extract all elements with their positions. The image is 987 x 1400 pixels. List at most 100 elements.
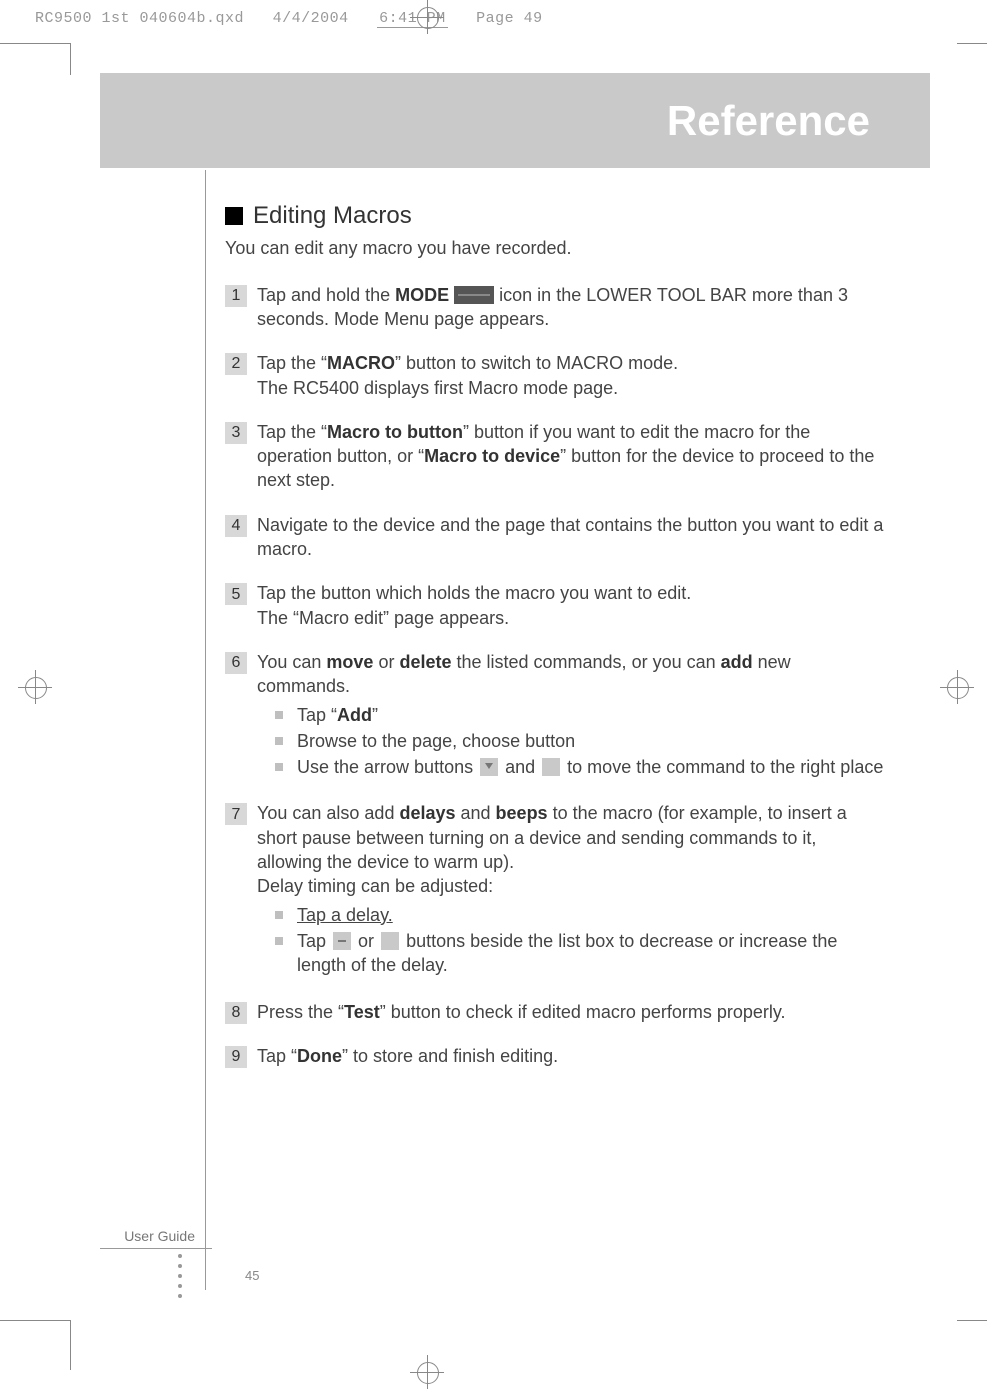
list-item: Browse to the page, choose button — [275, 729, 885, 753]
text-underline: Tap a delay. — [297, 905, 393, 925]
text: the listed commands, or you can — [451, 652, 720, 672]
prepress-slug: RC9500 1st 040604b.qxd 4/4/2004 6:41 PM … — [35, 10, 543, 27]
step-number: 5 — [225, 583, 247, 605]
step-6: 6 You can move or delete the listed comm… — [225, 650, 885, 781]
text: Use the arrow buttons — [297, 757, 478, 777]
page-number: 45 — [245, 1268, 259, 1283]
text-bold: move — [326, 652, 373, 672]
footer-rule — [100, 1248, 212, 1249]
text: Tap and hold the — [257, 285, 395, 305]
registration-mark-icon — [410, 1355, 444, 1389]
text-bold: add — [721, 652, 753, 672]
step-3: 3 Tap the “Macro to button” button if yo… — [225, 420, 885, 493]
step-2: 2 Tap the “MACRO” button to switch to MA… — [225, 351, 885, 400]
footer-dots-icon — [178, 1254, 182, 1298]
section-intro: You can edit any macro you have recorded… — [225, 236, 885, 260]
registration-mark-icon — [18, 670, 52, 704]
step-body: Tap “Done” to store and finish editing. — [257, 1044, 885, 1068]
text: ” button to check if edited macro perfor… — [380, 1002, 786, 1022]
list-item: Tap “Add” — [275, 703, 885, 727]
list-item: Tap a delay. — [275, 903, 885, 927]
crop-mark-icon — [957, 1320, 987, 1321]
step-8: 8 Press the “Test” button to check if ed… — [225, 1000, 885, 1024]
crop-mark-icon — [957, 43, 987, 44]
step-number: 3 — [225, 422, 247, 444]
text: Tap the “ — [257, 353, 327, 373]
chapter-header: Reference — [100, 73, 930, 168]
text-bold: MODE — [395, 285, 449, 305]
section-title-row: Editing Macros — [225, 200, 885, 232]
sub-list: Tap a delay. Tap or buttons beside the l… — [275, 903, 885, 978]
step-body: Tap the “Macro to button” button if you … — [257, 420, 885, 493]
page: RC9500 1st 040604b.qxd 4/4/2004 6:41 PM … — [0, 0, 987, 1400]
text: Delay timing can be adjusted: — [257, 876, 493, 896]
text: Tap “ — [297, 705, 337, 725]
step-number: 4 — [225, 515, 247, 537]
list-item: Use the arrow buttons and to move the co… — [275, 755, 885, 779]
text: The “Macro edit” page appears. — [257, 608, 509, 628]
text-bold: beeps — [496, 803, 548, 823]
text: and — [505, 757, 540, 777]
step-body: Press the “Test” button to check if edit… — [257, 1000, 885, 1024]
registration-mark-icon — [940, 670, 974, 704]
step-number: 9 — [225, 1046, 247, 1068]
minus-icon — [333, 932, 351, 950]
text: Tap the “ — [257, 422, 327, 442]
text: ” to store and finish editing. — [342, 1046, 558, 1066]
text-bold: Macro to device — [424, 446, 560, 466]
text: or — [373, 652, 399, 672]
slug-file: RC9500 1st 040604b.qxd — [35, 10, 244, 27]
text: ” button to switch to MACRO mode. — [395, 353, 678, 373]
text-bold: delays — [399, 803, 455, 823]
text-bold: Add — [337, 705, 372, 725]
text: The RC5400 displays first Macro mode pag… — [257, 378, 618, 398]
text-bold: Macro to button — [327, 422, 463, 442]
step-body: Tap and hold the MODE icon in the LOWER … — [257, 283, 885, 332]
crop-mark-icon — [70, 1320, 71, 1370]
body-content: Editing Macros You can edit any macro yo… — [225, 200, 885, 1088]
step-4: 4 Navigate to the device and the page th… — [225, 513, 885, 562]
mode-button-icon — [454, 286, 494, 304]
sub-list: Tap “Add” Browse to the page, choose but… — [275, 703, 885, 780]
text: to move the command to the right place — [567, 757, 883, 777]
registration-mark-icon — [410, 0, 444, 34]
section-bullet-icon — [225, 207, 243, 225]
slug-page: Page 49 — [476, 10, 543, 27]
step-body: You can move or delete the listed comman… — [257, 650, 885, 781]
step-number: 7 — [225, 803, 247, 825]
plus-icon — [381, 932, 399, 950]
text: Press the “ — [257, 1002, 344, 1022]
text: You can — [257, 652, 326, 672]
text: You can also add — [257, 803, 399, 823]
text: Tap — [297, 931, 331, 951]
slug-date: 4/4/2004 — [273, 10, 349, 27]
step-number: 2 — [225, 353, 247, 375]
text-bold: Test — [344, 1002, 380, 1022]
step-number: 1 — [225, 285, 247, 307]
crop-mark-icon — [0, 1320, 70, 1321]
text: Tap the button which holds the macro you… — [257, 583, 691, 603]
step-number: 6 — [225, 652, 247, 674]
text-bold: Done — [297, 1046, 342, 1066]
step-7: 7 You can also add delays and beeps to t… — [225, 801, 885, 979]
text: ” — [372, 705, 378, 725]
arrow-down-icon — [480, 758, 498, 776]
text: or — [358, 931, 379, 951]
step-body: Tap the button which holds the macro you… — [257, 581, 885, 630]
crop-mark-icon — [0, 43, 70, 44]
footer-label: User Guide — [100, 1228, 195, 1244]
crop-mark-icon — [70, 43, 71, 75]
step-body: Navigate to the device and the page that… — [257, 513, 885, 562]
step-9: 9 Tap “Done” to store and finish editing… — [225, 1044, 885, 1068]
step-body: You can also add delays and beeps to the… — [257, 801, 885, 979]
step-1: 1 Tap and hold the MODE icon in the LOWE… — [225, 283, 885, 332]
arrow-up-icon — [542, 758, 560, 776]
text: and — [456, 803, 496, 823]
list-item: Tap or buttons beside the list box to de… — [275, 929, 885, 978]
text-bold: MACRO — [327, 353, 395, 373]
step-5: 5 Tap the button which holds the macro y… — [225, 581, 885, 630]
chapter-title: Reference — [667, 97, 870, 145]
step-body: Tap the “MACRO” button to switch to MACR… — [257, 351, 885, 400]
side-rule — [205, 170, 206, 1290]
text-bold: delete — [399, 652, 451, 672]
